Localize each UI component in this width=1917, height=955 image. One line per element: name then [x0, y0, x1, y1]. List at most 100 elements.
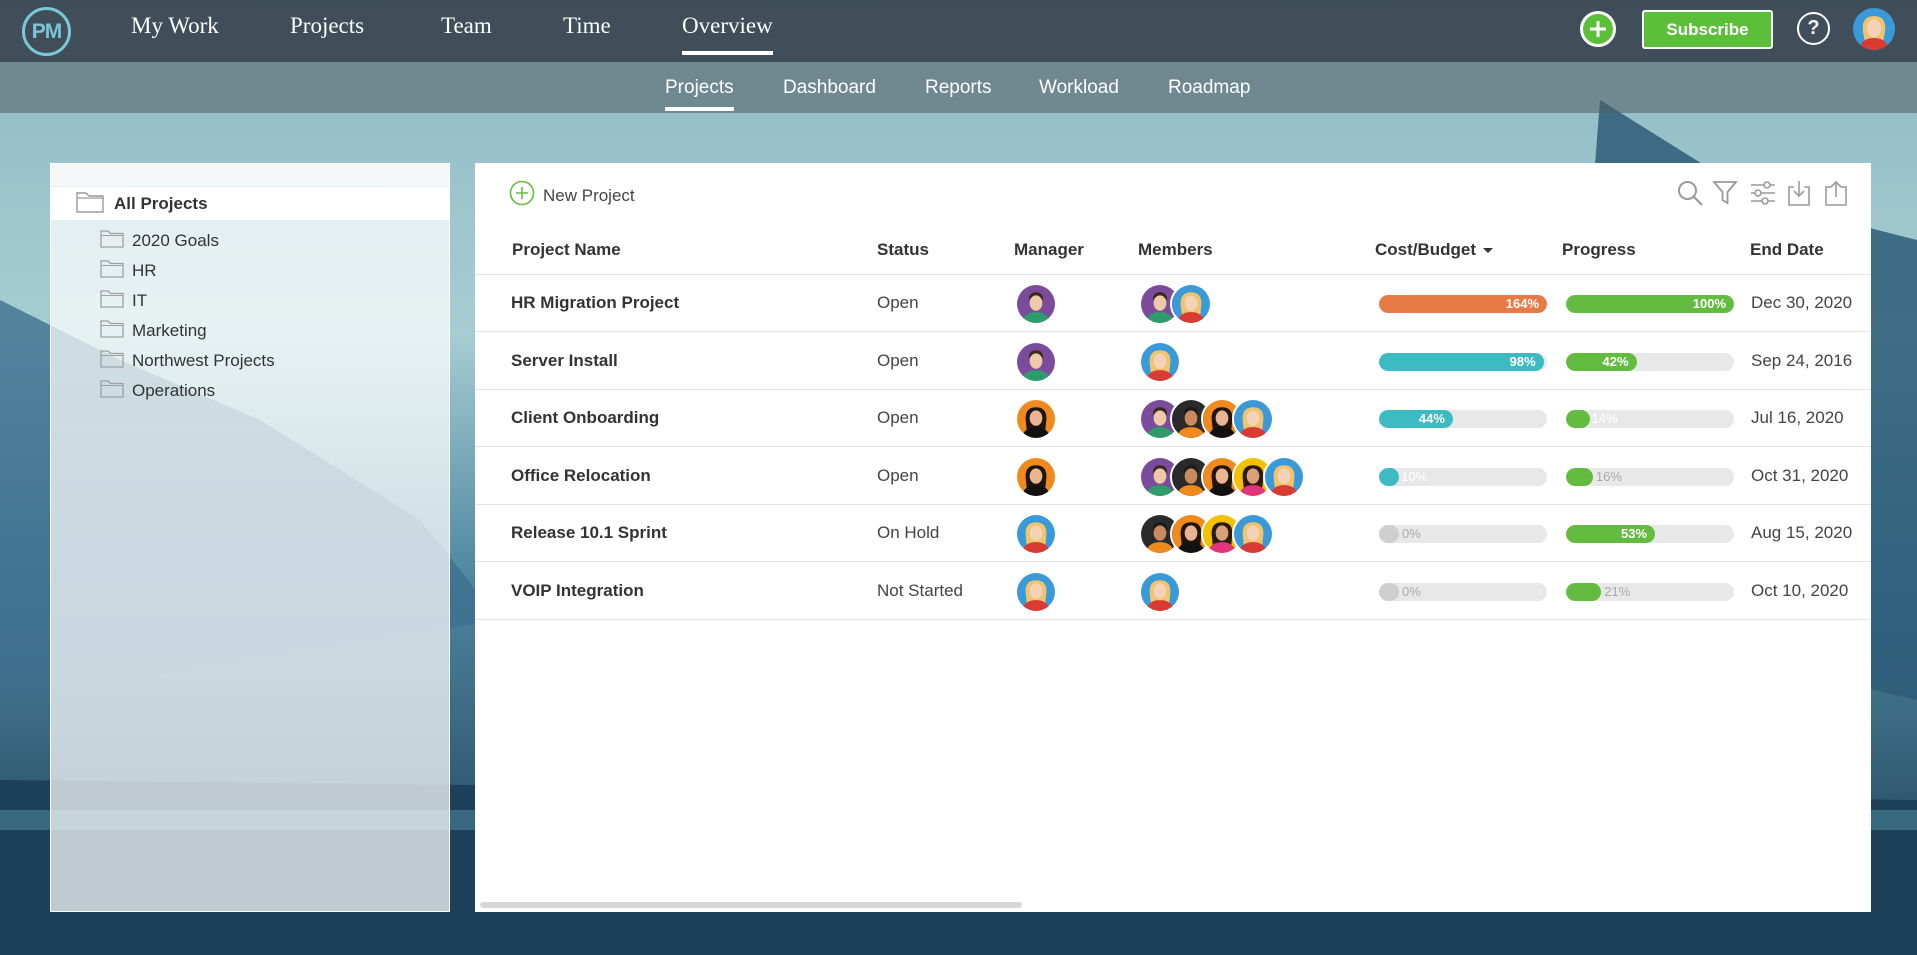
horizontal-scrollbar[interactable] — [480, 902, 1022, 908]
tree-item-northwest-projects[interactable]: Northwest Projects — [100, 348, 275, 373]
member-avatar[interactable] — [1263, 455, 1305, 498]
progress-bar: 16% — [1566, 467, 1734, 486]
progress-bar-fill — [1566, 410, 1590, 428]
project-name-cell[interactable]: Office Relocation — [511, 466, 651, 486]
table-row[interactable]: Client Onboarding Open 44% 14% Jul 16, 2020 — [475, 390, 1871, 447]
help-icon[interactable]: ? — [1797, 12, 1830, 45]
subnav-reports[interactable]: Reports — [925, 77, 992, 99]
cost-budget-bar-fill — [1379, 467, 1399, 486]
subnav-workload[interactable]: Workload — [1039, 77, 1119, 99]
manager-avatar[interactable] — [1015, 283, 1057, 325]
project-name-cell[interactable]: Release 10.1 Sprint — [511, 523, 667, 543]
status-cell: Not Started — [877, 580, 963, 600]
column-header-label: Cost/Budget — [1375, 240, 1477, 259]
member-avatar[interactable] — [1139, 340, 1181, 383]
avatar[interactable] — [1015, 283, 1057, 325]
subscribe-button[interactable]: Subscribe — [1642, 10, 1773, 49]
subnav-dashboard[interactable]: Dashboard — [783, 77, 876, 99]
progress-bar-fill — [1566, 582, 1602, 601]
nav-my-work[interactable]: My Work — [131, 13, 219, 39]
manager-avatar[interactable] — [1015, 513, 1057, 555]
project-name-cell[interactable]: VOIP Integration — [511, 581, 644, 601]
avatar[interactable] — [1015, 513, 1057, 555]
nav-projects[interactable]: Projects — [290, 13, 364, 39]
tree-item-it[interactable]: IT — [100, 288, 147, 313]
column-header-cost-budget[interactable]: Cost/Budget — [1375, 240, 1495, 260]
cost-budget-bar: 98% — [1379, 352, 1547, 371]
plus-circle-icon[interactable] — [1580, 11, 1616, 47]
end-date-cell: Aug 15, 2020 — [1751, 523, 1853, 542]
tree-item-hr[interactable]: HR — [100, 258, 157, 283]
column-header-project-name[interactable]: Project Name — [512, 240, 621, 260]
manager-avatar[interactable] — [1015, 455, 1057, 498]
folder-icon — [100, 258, 124, 283]
progress-bar: 14% — [1566, 410, 1734, 428]
tree-item-label: Operations — [132, 380, 216, 400]
new-project-button[interactable]: New Project — [509, 180, 635, 211]
column-header-progress[interactable]: Progress — [1562, 240, 1636, 260]
project-name-cell[interactable]: Client Onboarding — [511, 408, 659, 428]
cost-budget-bar-label: 164% — [1505, 296, 1539, 311]
progress-bar-label: 21% — [1604, 583, 1631, 599]
project-name-cell[interactable]: HR Migration Project — [511, 293, 679, 313]
tree-item-operations[interactable]: Operations — [100, 378, 215, 403]
status-cell: On Hold — [877, 523, 940, 542]
top-navigation: PM My Work Projects Team Time Overview S… — [0, 0, 1917, 62]
tree-item-label: Marketing — [132, 320, 207, 340]
column-header-status[interactable]: Status — [877, 240, 929, 260]
avatar[interactable] — [1015, 398, 1057, 440]
member-avatar[interactable] — [1170, 283, 1212, 325]
table-row[interactable]: HR Migration Project Open 164% 100% Dec 30, … — [475, 275, 1871, 332]
export-icon[interactable] — [1823, 179, 1849, 212]
settings-sliders-icon[interactable] — [1749, 179, 1777, 212]
folder-icon — [100, 318, 124, 343]
manager-avatar[interactable] — [1015, 570, 1057, 613]
tree-item-all-projects[interactable]: All Projects — [51, 187, 449, 220]
table-row[interactable]: VOIP Integration Not Started 0% 21% Oct 10, … — [475, 563, 1871, 620]
column-header-members[interactable]: Members — [1138, 240, 1213, 260]
tree-item-label: All Projects — [114, 193, 208, 213]
column-header-manager[interactable]: Manager — [1014, 240, 1084, 260]
subnav-projects[interactable]: Projects — [665, 77, 734, 111]
manager-avatar[interactable] — [1015, 398, 1057, 440]
user-avatar[interactable] — [1853, 8, 1895, 50]
nav-time[interactable]: Time — [563, 13, 611, 39]
status-cell: Open — [877, 293, 919, 312]
progress-bar-label: 42% — [1602, 353, 1629, 369]
table-row[interactable]: Server Install Open 98% 42% Sep 24, 2016 — [475, 333, 1871, 390]
end-date-cell: Oct 10, 2020 — [1751, 580, 1849, 600]
projects-table-panel: New Project Project Name Status Manager … — [475, 163, 1871, 912]
tree-item-marketing[interactable]: Marketing — [100, 318, 207, 343]
app-logo[interactable]: PM — [22, 7, 71, 56]
tree-item-2020-goals[interactable]: 2020 Goals — [100, 228, 219, 253]
table-row[interactable]: Release 10.1 Sprint On Hold 0% 53% Aug 15, 2… — [475, 505, 1871, 562]
member-avatar[interactable] — [1232, 513, 1274, 555]
cost-budget-bar-label: 10% — [1401, 468, 1428, 484]
member-avatar[interactable] — [1232, 398, 1274, 440]
avatar[interactable] — [1015, 455, 1057, 498]
search-icon[interactable] — [1676, 179, 1704, 212]
import-icon[interactable] — [1786, 179, 1812, 212]
cost-budget-bar: 44% — [1379, 410, 1547, 428]
end-date-cell: Jul 16, 2020 — [1751, 408, 1844, 427]
end-date-cell: Oct 31, 2020 — [1751, 465, 1849, 485]
sub-navigation: Projects Dashboard Reports Workload Road… — [0, 62, 1917, 113]
table-row[interactable]: Office Relocation Open 10% 16% Oct 31, 2020 — [475, 448, 1871, 505]
avatar[interactable] — [1015, 570, 1057, 613]
cost-budget-bar-label: 0% — [1402, 583, 1421, 599]
progress-bar: 21% — [1566, 582, 1734, 601]
column-header-end-date[interactable]: End Date — [1750, 240, 1824, 260]
cost-budget-bar: 0% — [1379, 582, 1547, 601]
manager-avatar[interactable] — [1015, 340, 1057, 383]
progress-bar: 53% — [1566, 525, 1734, 543]
progress-bar-fill — [1566, 467, 1593, 486]
project-name-cell[interactable]: Server Install — [511, 351, 618, 371]
subnav-roadmap[interactable]: Roadmap — [1168, 77, 1250, 99]
nav-team[interactable]: Team — [441, 13, 492, 39]
avatar[interactable] — [1015, 340, 1057, 383]
filter-icon[interactable] — [1712, 179, 1738, 212]
nav-overview[interactable]: Overview — [682, 13, 773, 55]
member-avatar[interactable] — [1139, 570, 1181, 613]
cost-budget-bar: 10% — [1379, 467, 1547, 486]
cost-budget-bar-fill — [1379, 582, 1399, 601]
